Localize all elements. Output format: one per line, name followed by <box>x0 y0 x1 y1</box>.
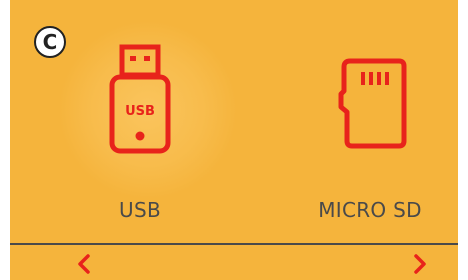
chevron-right-icon <box>414 254 426 274</box>
micro-sd-card-icon <box>338 58 407 149</box>
micro-sd-option-label: MICRO SD <box>318 198 422 222</box>
footer-divider <box>10 243 458 245</box>
next-button[interactable] <box>408 252 432 276</box>
usb-drive-icon: USB <box>109 44 171 154</box>
micro-sd-option[interactable]: MICRO SD <box>280 36 458 226</box>
usb-option[interactable]: USB USB <box>50 36 230 226</box>
chevron-left-icon <box>78 254 90 274</box>
usb-option-label: USB <box>119 198 161 222</box>
storage-select-screen: C USB USB MICRO SD <box>10 0 458 280</box>
previous-button[interactable] <box>72 252 96 276</box>
usb-drive-icon-text: USB <box>125 104 155 119</box>
